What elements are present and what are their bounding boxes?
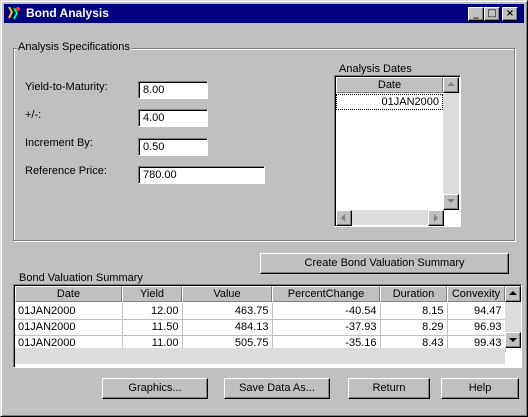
bond-valuation-summary-table: Date Yield Value PercentChange Duration … <box>13 284 522 368</box>
summary-hscroll-track[interactable] <box>15 348 505 364</box>
window-title: Bond Analysis <box>26 6 109 20</box>
ytm-field[interactable] <box>138 81 208 99</box>
save-data-as-button[interactable]: Save Data As... <box>224 378 330 399</box>
bond-valuation-summary-legend: Bond Valuation Summary <box>19 272 143 284</box>
cell-percentchange: -37.93 <box>272 319 381 336</box>
column-header-convexity[interactable]: Convexity <box>447 286 505 302</box>
app-icon <box>8 6 20 20</box>
cell-value: 463.75 <box>182 303 273 320</box>
dates-date-header[interactable]: Date <box>336 77 443 93</box>
maximize-button[interactable]: □ <box>484 7 500 21</box>
date-list-item[interactable]: 01JAN2000 <box>336 94 443 110</box>
dates-hscroll-track[interactable] <box>336 210 443 225</box>
dates-scroll-right-button[interactable] <box>428 210 444 226</box>
analysis-dates-legend: Analysis Dates <box>339 63 412 75</box>
column-header-date[interactable]: Date <box>15 286 122 302</box>
arrow-up-icon <box>447 82 455 86</box>
close-button[interactable]: × <box>502 7 518 21</box>
dates-vscroll-track[interactable] <box>443 77 459 210</box>
cell-yield: 12.00 <box>122 303 183 320</box>
cell-date: 01JAN2000 <box>15 319 123 336</box>
ytm-label: Yield-to-Maturity: <box>25 81 108 93</box>
table-row[interactable]: 01JAN2000 12.00 463.75 -40.54 8.15 94.47 <box>15 303 506 320</box>
reference-price-field[interactable] <box>138 166 265 184</box>
close-icon: × <box>505 8 515 19</box>
graphics-button[interactable]: Graphics... <box>102 378 208 399</box>
column-header-duration[interactable]: Duration <box>380 286 447 302</box>
cell-date: 01JAN2000 <box>15 303 123 320</box>
cell-convexity: 96.93 <box>447 319 506 336</box>
column-header-percentchange[interactable]: PercentChange <box>272 286 380 302</box>
help-button[interactable]: Help <box>441 378 519 399</box>
minimize-icon: _ <box>473 8 479 19</box>
analysis-specifications-legend: Analysis Specifications <box>17 41 131 53</box>
increment-label: Increment By: <box>25 137 93 149</box>
summary-scroll-down-button[interactable] <box>505 332 521 348</box>
return-button[interactable]: Return <box>348 378 430 399</box>
plusminus-label: +/-: <box>25 109 42 121</box>
plusminus-field[interactable] <box>138 109 208 127</box>
dates-scroll-left-button[interactable] <box>336 210 352 226</box>
arrow-down-icon <box>447 199 455 203</box>
column-header-value[interactable]: Value <box>182 286 272 302</box>
arrow-left-icon <box>341 214 345 222</box>
cell-yield: 11.50 <box>122 319 183 336</box>
analysis-dates-list[interactable]: Date 01JAN2000 <box>334 75 461 227</box>
cell-value: 484.13 <box>182 319 273 336</box>
summary-scroll-up-button[interactable] <box>505 286 521 302</box>
arrow-down-icon <box>509 338 517 342</box>
cell-duration: 8.29 <box>380 319 448 336</box>
increment-field[interactable] <box>138 138 208 156</box>
cell-percentchange: -40.54 <box>272 303 381 320</box>
table-row[interactable]: 01JAN2000 11.50 484.13 -37.93 8.29 96.93 <box>15 319 506 336</box>
summary-grid: 01JAN2000 12.00 463.75 -40.54 8.15 94.47… <box>15 303 506 352</box>
bond-analysis-window: Bond Analysis _ □ × Analysis Specificati… <box>0 0 528 417</box>
minimize-button[interactable]: _ <box>468 7 484 21</box>
create-bond-valuation-summary-button[interactable]: Create Bond Valuation Summary <box>260 253 509 274</box>
cell-convexity: 94.47 <box>447 303 506 320</box>
arrow-up-icon <box>509 291 517 295</box>
arrow-right-icon <box>434 214 438 222</box>
cell-duration: 8.15 <box>380 303 448 320</box>
dates-scroll-down-button[interactable] <box>443 194 459 210</box>
reference-price-label: Reference Price: <box>25 165 107 177</box>
column-header-yield[interactable]: Yield <box>122 286 182 302</box>
dates-scroll-up-button[interactable] <box>443 77 459 93</box>
maximize-icon: □ <box>487 8 497 19</box>
title-bar[interactable]: Bond Analysis _ □ × <box>4 4 524 23</box>
